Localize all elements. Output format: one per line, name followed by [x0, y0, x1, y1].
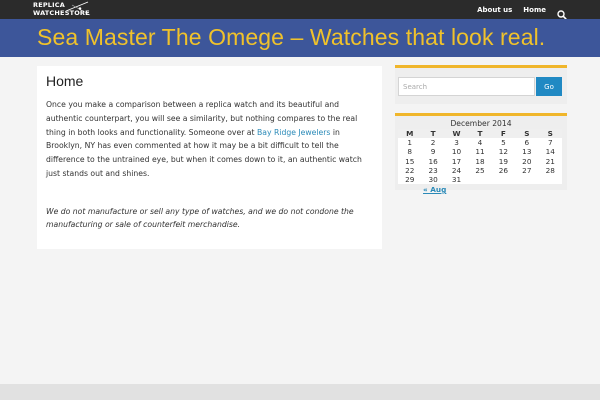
nav-item-about-us[interactable]: About us: [477, 6, 512, 14]
calendar-day-cell: 7: [547, 138, 553, 148]
calendar-day-cell: 25: [475, 165, 485, 175]
calendar-table: M T W T F S S 1 2 3 4 5 6 7 8 9 10 11 12 13 14 15 16 17 1…: [398, 129, 562, 185]
calendar-day-cell: 29: [405, 175, 415, 185]
calendar-day-cell: 31: [451, 175, 462, 185]
calendar-day-cell: 9: [430, 147, 436, 157]
calendar-day-cell: 2: [430, 138, 436, 148]
site-logo[interactable]: REPLICA WATCHESTORE: [30, 1, 92, 18]
search-icon[interactable]: [557, 5, 567, 20]
calendar-day-cell: 21: [545, 156, 555, 166]
weekday-header: S: [515, 129, 539, 139]
calendar-body: 1 2 3 4 5 6 7 8 9 10 11 12 13 14 15 16 17 18 19 20 21 22 23 24 2…: [398, 138, 562, 184]
search-input[interactable]: [398, 77, 535, 96]
search-go-button[interactable]: Go: [536, 77, 562, 96]
calendar-day-cell: 27: [522, 165, 532, 175]
weekday-header: S: [538, 129, 562, 139]
calendar-day-cell: 16: [428, 156, 438, 166]
calendar-day-cell: 26: [498, 165, 509, 175]
calendar-day-cell: 1: [407, 138, 413, 148]
calendar-day-cell: [515, 175, 538, 184]
calendar-day-cell: 30: [428, 175, 438, 185]
site-header-banner: Sea Master The Omege – Watches that look…: [0, 19, 600, 57]
calendar-day-cell: 4: [477, 138, 483, 148]
calendar-week-row: 1 2 3 4 5 6 7: [398, 138, 562, 147]
main-menu: About us Home: [477, 0, 567, 20]
calendar-day-cell: 17: [451, 156, 462, 166]
calendar-day-cell: 24: [451, 165, 462, 175]
search-widget: Go: [395, 65, 567, 104]
main-content: Home Once you make a comparison between …: [37, 66, 382, 249]
calendar-day-cell: 28: [545, 165, 555, 175]
calendar-week-row: 29 30 31: [398, 175, 562, 184]
weekday-header: F: [491, 129, 516, 139]
calendar-day-cell: 6: [524, 138, 530, 148]
weekday-header: T: [468, 129, 492, 139]
bay-ridge-jewelers-link[interactable]: Bay Ridge Jewelers: [257, 128, 330, 137]
calendar-weekday-row: M T W T F S S: [398, 129, 562, 139]
calendar-day-cell: 14: [545, 147, 555, 157]
calendar-day-cell: 22: [405, 165, 415, 175]
calendar-day-cell: 20: [522, 156, 532, 166]
footer: [0, 384, 600, 400]
calendar-day-cell: 11: [475, 147, 485, 157]
calendar-day-cell: 13: [522, 147, 532, 157]
calendar-day-cell: 10: [451, 147, 462, 157]
calendar-day-cell: [468, 175, 491, 184]
top-navigation-bar: REPLICA WATCHESTORE About us Home: [0, 0, 600, 20]
calendar-prev-month-link[interactable]: « Aug: [423, 185, 446, 194]
logo-text-replica: REPLICA: [33, 1, 65, 9]
calendar-week-row: 22 23 24 25 26 27 28: [398, 166, 562, 175]
calendar-day-cell: [492, 175, 515, 184]
calendar-day-cell: 15: [405, 156, 415, 166]
nav-item-home[interactable]: Home: [523, 6, 546, 14]
intro-paragraph: Once you make a comparison between a rep…: [46, 98, 376, 181]
calendar-day-cell: [539, 175, 562, 184]
disclaimer-paragraph: We do not manufacture or sell any type o…: [46, 207, 354, 229]
calendar-day-cell: 3: [454, 138, 459, 148]
calendar-day-cell: 18: [475, 156, 485, 166]
calendar-week-row: 15 16 17 18 19 20 21: [398, 157, 562, 166]
calendar-day-cell: 8: [407, 147, 413, 157]
logo-text-watchestore: WATCHESTORE: [33, 9, 90, 17]
calendar-widget: December 2014 M T W T F S S 1 2 3 4 5 6 7 8 9 10 1…: [395, 113, 567, 194]
site-title[interactable]: Sea Master The Omege – Watches that look…: [37, 24, 545, 51]
calendar-day-cell: 19: [498, 156, 509, 166]
calendar-day-cell: 12: [498, 147, 509, 157]
calendar-caption: December 2014: [450, 119, 512, 128]
calendar-week-row: 8 9 10 11 12 13 14: [398, 147, 562, 156]
calendar-day-cell: 23: [428, 165, 438, 175]
calendar-day-cell: 5: [501, 138, 506, 148]
page-title: Home: [46, 73, 84, 89]
weekday-header: W: [444, 129, 469, 139]
weekday-header: T: [421, 129, 445, 139]
weekday-header: M: [398, 129, 422, 139]
